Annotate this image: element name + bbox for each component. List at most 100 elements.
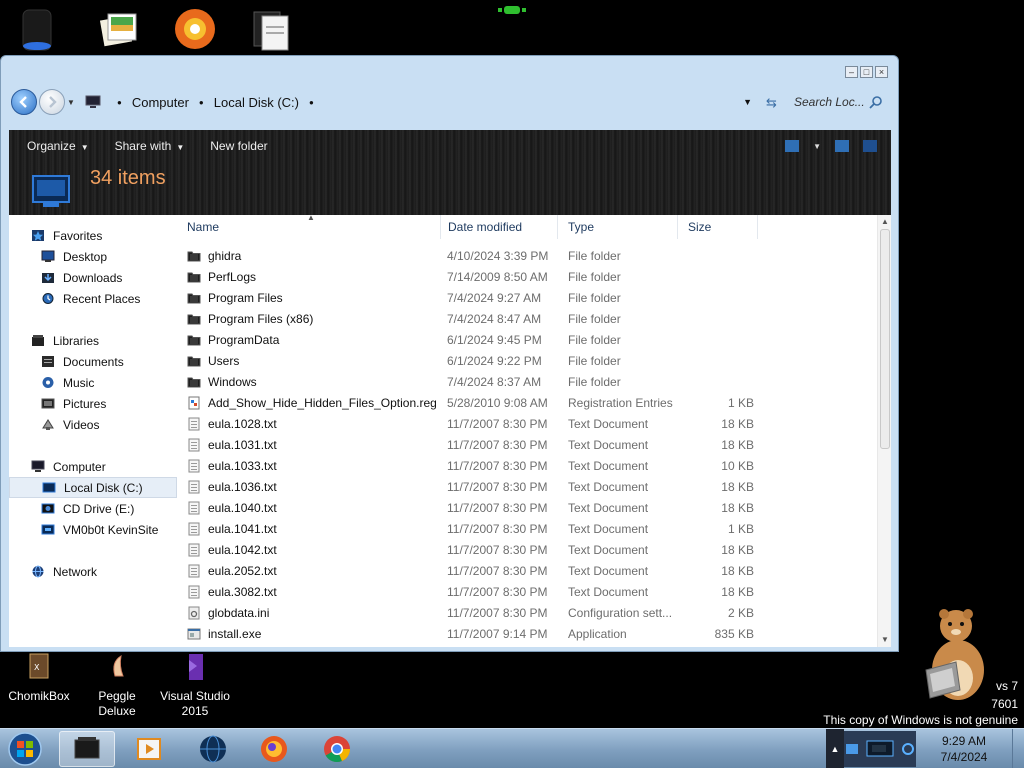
nav-documents[interactable]: Documents xyxy=(9,351,177,372)
file-name-cell: eula.1033.txt xyxy=(187,459,277,473)
tray-volume-icon[interactable] xyxy=(901,742,915,756)
window-controls: – □ × xyxy=(845,66,888,78)
nav-network[interactable]: Network xyxy=(9,561,177,582)
table-row[interactable]: eula.1033.txt 11/7/2007 8:30 PM Text Docum… xyxy=(177,456,877,477)
table-row[interactable]: eula.1031.txt 11/7/2007 8:30 PM Text Docum… xyxy=(177,435,877,456)
file-type: Application xyxy=(568,627,627,641)
taskbar-explorer[interactable] xyxy=(59,731,115,767)
table-row[interactable]: eula.2052.txt 11/7/2007 8:30 PM Text Docum… xyxy=(177,561,877,582)
tray-network-icon[interactable] xyxy=(865,739,895,759)
address-dropdown-icon[interactable]: ▼ xyxy=(743,97,752,107)
nav-music[interactable]: Music xyxy=(9,372,177,393)
view-options-icon[interactable] xyxy=(785,140,800,152)
desktop-icon-chomikbox[interactable]: X ChomikBox xyxy=(1,652,77,704)
preview-pane-icon[interactable] xyxy=(835,140,849,152)
share-with-button[interactable]: Share with ▼ xyxy=(115,139,185,153)
nav-videos[interactable]: Videos xyxy=(9,414,177,435)
organize-button[interactable]: Organize ▼ xyxy=(27,139,89,153)
taskbar-globe-app[interactable] xyxy=(185,731,241,767)
scrollbar-thumb[interactable] xyxy=(880,229,890,449)
forward-button[interactable] xyxy=(39,89,65,115)
table-row[interactable]: ghidra 4/10/2024 3:39 PM File folder xyxy=(177,246,877,267)
tray-app-icon[interactable] xyxy=(845,742,859,756)
taskbar-chrome[interactable] xyxy=(309,731,365,767)
nav-recent-places[interactable]: Recent Places xyxy=(9,288,177,309)
nav-videos-label: Videos xyxy=(63,417,100,432)
table-row[interactable]: Program Files 7/4/2024 9:27 AM File folder xyxy=(177,288,877,309)
file-date: 6/1/2024 9:22 PM xyxy=(447,354,542,368)
taskbar-firefox[interactable] xyxy=(246,731,302,767)
pictures-icon xyxy=(41,398,55,409)
history-dropdown-icon[interactable]: ▼ xyxy=(67,98,77,107)
maximize-button[interactable]: □ xyxy=(860,66,873,78)
nav-libraries[interactable]: Libraries xyxy=(9,330,177,351)
table-row[interactable]: eula.1036.txt 11/7/2007 8:30 PM Text Docum… xyxy=(177,477,877,498)
column-header-size[interactable]: Size xyxy=(678,215,758,239)
file-rows: ghidra 4/10/2024 3:39 PM File folder PerfLo… xyxy=(177,246,877,645)
file-name: eula.2052.txt xyxy=(208,564,277,578)
table-row[interactable]: Add_Show_Hide_Hidden_Files_Option.reg 5/2… xyxy=(177,393,877,414)
search-input[interactable]: Search Loc... xyxy=(794,95,865,109)
vertical-scrollbar[interactable]: ▲ ▼ xyxy=(877,215,891,647)
taskbar-clock[interactable]: 9:29 AM 7/4/2024 xyxy=(916,733,1012,765)
nav-network-drive-label: VM0b0t KevinSite xyxy=(63,522,159,537)
column-header-type[interactable]: Type xyxy=(558,215,678,239)
table-row[interactable]: eula.3082.txt 11/7/2007 8:30 PM Text Docum… xyxy=(177,582,877,603)
start-button-icon[interactable] xyxy=(4,731,46,767)
minimize-button[interactable]: – xyxy=(845,66,858,78)
clock-date: 7/4/2024 xyxy=(940,750,988,764)
star-icon xyxy=(32,230,44,241)
help-icon[interactable] xyxy=(863,140,877,152)
text-file-icon xyxy=(187,543,201,557)
tray-expand-icon[interactable]: ▲ xyxy=(826,729,844,768)
refresh-icon[interactable]: ⇆ xyxy=(766,95,780,110)
table-row[interactable]: Program Files (x86) 7/4/2024 8:47 AM File … xyxy=(177,309,877,330)
table-row[interactable]: eula.1040.txt 11/7/2007 8:30 PM Text Docum… xyxy=(177,498,877,519)
column-header-date[interactable]: Date modified xyxy=(438,215,558,239)
table-row[interactable]: globdata.ini 11/7/2007 8:30 PM Configurati… xyxy=(177,603,877,624)
close-button[interactable]: × xyxy=(875,66,888,78)
table-row[interactable]: install.exe 11/7/2007 9:14 PM Application 8… xyxy=(177,624,877,645)
nav-local-disk[interactable]: Local Disk (C:) xyxy=(9,477,177,498)
nav-computer[interactable]: Computer xyxy=(9,456,177,477)
file-type: Text Document xyxy=(568,459,649,473)
file-date: 6/1/2024 9:45 PM xyxy=(447,333,542,347)
desktop-icon-peggle[interactable]: Peggle Deluxe xyxy=(79,652,155,719)
nav-favorites[interactable]: Favorites xyxy=(9,225,177,246)
file-size: 835 KB xyxy=(714,627,754,641)
table-row[interactable]: PerfLogs 7/14/2009 8:50 AM File folder xyxy=(177,267,877,288)
file-type: Text Document xyxy=(568,522,649,536)
photo-viewer-icon[interactable] xyxy=(96,6,142,52)
breadcrumb-computer[interactable]: Computer xyxy=(132,95,189,110)
search-box[interactable]: Search Loc... xyxy=(794,91,888,113)
speaker-app-icon[interactable] xyxy=(14,6,60,52)
nav-pictures[interactable]: Pictures xyxy=(9,393,177,414)
nav-desktop[interactable]: Desktop xyxy=(9,246,177,267)
table-row[interactable]: ProgramData 6/1/2024 9:45 PM File folder xyxy=(177,330,877,351)
taskbar-media-player[interactable] xyxy=(121,731,177,767)
scroll-up-icon[interactable]: ▲ xyxy=(880,217,890,227)
table-row[interactable]: eula.1042.txt 11/7/2007 8:30 PM Text Docum… xyxy=(177,540,877,561)
nav-cd-drive[interactable]: CD Drive (E:) xyxy=(9,498,177,519)
file-type: File folder xyxy=(568,249,621,263)
scroll-down-icon[interactable]: ▼ xyxy=(880,635,890,645)
browser-app-icon[interactable] xyxy=(172,6,218,52)
folder-icon xyxy=(187,354,201,368)
chevron-down-icon[interactable]: ▼ xyxy=(813,142,821,151)
new-folder-button[interactable]: New folder xyxy=(210,139,267,153)
back-button[interactable] xyxy=(11,89,37,115)
chevron-down-icon: ▼ xyxy=(80,143,89,152)
desktop-icon-visual-studio[interactable]: Visual Studio 2015 xyxy=(157,652,233,719)
file-date: 11/7/2007 8:30 PM xyxy=(447,480,548,494)
table-row[interactable]: Windows 7/4/2024 8:37 AM File folder xyxy=(177,372,877,393)
breadcrumb-separator-icon: ● xyxy=(198,97,204,107)
file-manager-icon[interactable] xyxy=(248,6,294,52)
table-row[interactable]: eula.1028.txt 11/7/2007 8:30 PM Text Docum… xyxy=(177,414,877,435)
show-desktop-button[interactable] xyxy=(1012,729,1024,768)
file-name-cell: PerfLogs xyxy=(187,270,256,284)
table-row[interactable]: eula.1041.txt 11/7/2007 8:30 PM Text Docum… xyxy=(177,519,877,540)
nav-downloads[interactable]: Downloads xyxy=(9,267,177,288)
table-row[interactable]: Users 6/1/2024 9:22 PM File folder xyxy=(177,351,877,372)
nav-network-drive[interactable]: VM0b0t KevinSite xyxy=(9,519,177,540)
breadcrumb-local-disk[interactable]: Local Disk (C:) xyxy=(214,95,299,110)
